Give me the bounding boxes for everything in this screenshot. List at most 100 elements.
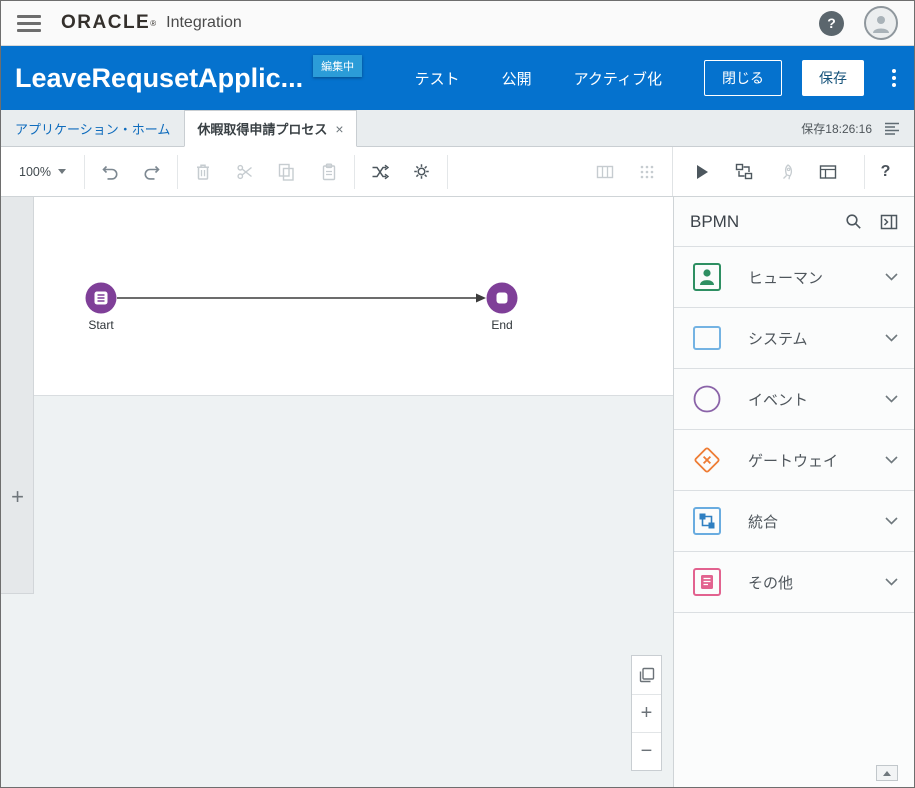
gateway-icon <box>690 443 724 477</box>
palette-title: BPMN <box>690 212 827 232</box>
overflow-menu-icon[interactable] <box>888 65 900 91</box>
undo-button[interactable] <box>89 155 131 189</box>
copy-button[interactable] <box>266 155 308 189</box>
integration-icon <box>690 504 724 538</box>
zoom-in-icon: + <box>641 702 653 725</box>
scissors-icon <box>236 163 254 181</box>
gear-icon <box>413 163 430 180</box>
help-button[interactable]: ? <box>819 11 844 36</box>
test-flow-button[interactable] <box>723 155 765 189</box>
user-icon <box>870 12 892 34</box>
search-icon <box>845 213 862 230</box>
tab-close-icon[interactable]: × <box>335 121 343 137</box>
toolbar-help-button[interactable]: ? <box>864 155 906 189</box>
undo-icon <box>101 163 119 181</box>
panel-toggle-icon <box>880 214 898 230</box>
rocket-icon <box>778 164 794 180</box>
zoom-select[interactable]: 100% <box>5 155 80 189</box>
tab-bar: アプリケーション・ホーム 休暇取得申請プロセス × 保存18:26:16 <box>1 110 914 147</box>
tab-process[interactable]: 休暇取得申請プロセス × <box>184 110 356 147</box>
pages-icon <box>639 667 655 683</box>
add-lane-button[interactable]: + <box>1 481 34 513</box>
question-mark-icon: ? <box>881 163 891 181</box>
redo-button[interactable] <box>131 155 173 189</box>
palette-item-label: ヒューマン <box>748 267 885 288</box>
editor-toolbar: 100% <box>1 147 914 197</box>
event-icon <box>690 382 724 416</box>
palette-item-label: その他 <box>748 572 885 593</box>
dot-grid-icon <box>639 164 655 180</box>
oracle-logo: ORACLE <box>61 12 150 34</box>
end-node-label: End <box>472 318 532 332</box>
palette-item-label: ゲートウェイ <box>748 450 885 471</box>
plus-icon: + <box>11 484 24 510</box>
settings-button[interactable] <box>401 155 443 189</box>
arrow-up-icon <box>883 771 891 776</box>
saved-timestamp: 保存18:26:16 <box>801 120 872 137</box>
end-node[interactable]: End <box>472 281 532 332</box>
chevron-down-icon <box>58 169 66 174</box>
menu-item-activate[interactable]: アクティブ化 <box>574 68 662 89</box>
palette-item-label: 統合 <box>748 511 885 532</box>
start-event-icon <box>84 281 118 315</box>
cut-button[interactable] <box>224 155 266 189</box>
layout-button[interactable] <box>359 155 401 189</box>
menu-item-publish[interactable]: 公開 <box>502 68 532 89</box>
palette-item-integration[interactable]: 統合 <box>674 491 914 552</box>
hamburger-menu-icon[interactable] <box>17 15 41 32</box>
page-title: LeaveRequsetApplic... <box>15 63 303 94</box>
deploy-button[interactable] <box>765 155 807 189</box>
redo-icon <box>143 163 161 181</box>
trash-icon <box>195 163 211 181</box>
palette-search-button[interactable] <box>845 213 862 230</box>
zoom-in-button[interactable]: + <box>632 694 661 732</box>
tab-label: 休暇取得申請プロセス <box>197 119 327 138</box>
zoom-out-icon: − <box>641 740 653 763</box>
save-button[interactable]: 保存 <box>802 60 864 96</box>
paste-button[interactable] <box>308 155 350 189</box>
chevron-down-icon[interactable] <box>885 334 898 342</box>
menu-item-test[interactable]: テスト <box>415 68 460 89</box>
process-canvas[interactable]: + Start End + − <box>1 197 673 787</box>
scroll-up-button[interactable] <box>876 765 898 781</box>
play-button[interactable] <box>681 155 723 189</box>
zoom-value: 100% <box>19 165 51 179</box>
clipboard-icon <box>321 163 337 181</box>
chevron-down-icon[interactable] <box>885 456 898 464</box>
swap-boxes-icon <box>735 163 753 180</box>
versions-list-icon[interactable] <box>884 122 900 135</box>
palette-collapse-button[interactable] <box>880 214 898 230</box>
chevron-down-icon[interactable] <box>885 578 898 586</box>
palette-item-label: イベント <box>748 389 885 410</box>
start-node[interactable]: Start <box>71 281 131 332</box>
palette-item-event[interactable]: イベント <box>674 369 914 430</box>
breadcrumb-application-home[interactable]: アプリケーション・ホーム <box>1 110 184 146</box>
delete-button[interactable] <box>182 155 224 189</box>
product-name: Integration <box>166 14 242 32</box>
palette-item-gateway[interactable]: ゲートウェイ <box>674 430 914 491</box>
chevron-down-icon[interactable] <box>885 273 898 281</box>
zoom-out-button[interactable]: − <box>632 732 661 770</box>
chevron-down-icon[interactable] <box>885 395 898 403</box>
start-node-label: Start <box>71 318 131 332</box>
palette-item-human[interactable]: ヒューマン <box>674 247 914 308</box>
palette-item-other[interactable]: その他 <box>674 552 914 613</box>
help-icon: ? <box>827 15 836 31</box>
sequence-flow-connector[interactable] <box>117 291 487 309</box>
chevron-down-icon[interactable] <box>885 517 898 525</box>
canvas-zoom-controls: + − <box>631 655 662 771</box>
dot-grid-button[interactable] <box>626 155 668 189</box>
play-icon <box>695 164 709 180</box>
frames-button[interactable] <box>584 155 626 189</box>
end-event-icon <box>485 281 519 315</box>
palette-item-label: システム <box>748 328 885 349</box>
app-header: LeaveRequsetApplic... 編集中 テスト 公開 アクティブ化 … <box>1 46 914 110</box>
avatar[interactable] <box>864 6 898 40</box>
shuffle-icon <box>371 164 389 180</box>
close-button[interactable]: 閉じる <box>704 60 782 96</box>
lane-side-strip <box>1 197 34 594</box>
overview-button[interactable] <box>632 656 661 694</box>
palette-item-system[interactable]: システム <box>674 308 914 369</box>
forms-button[interactable] <box>807 155 849 189</box>
app-window: ORACLE® Integration ? LeaveRequsetApplic… <box>0 0 915 788</box>
